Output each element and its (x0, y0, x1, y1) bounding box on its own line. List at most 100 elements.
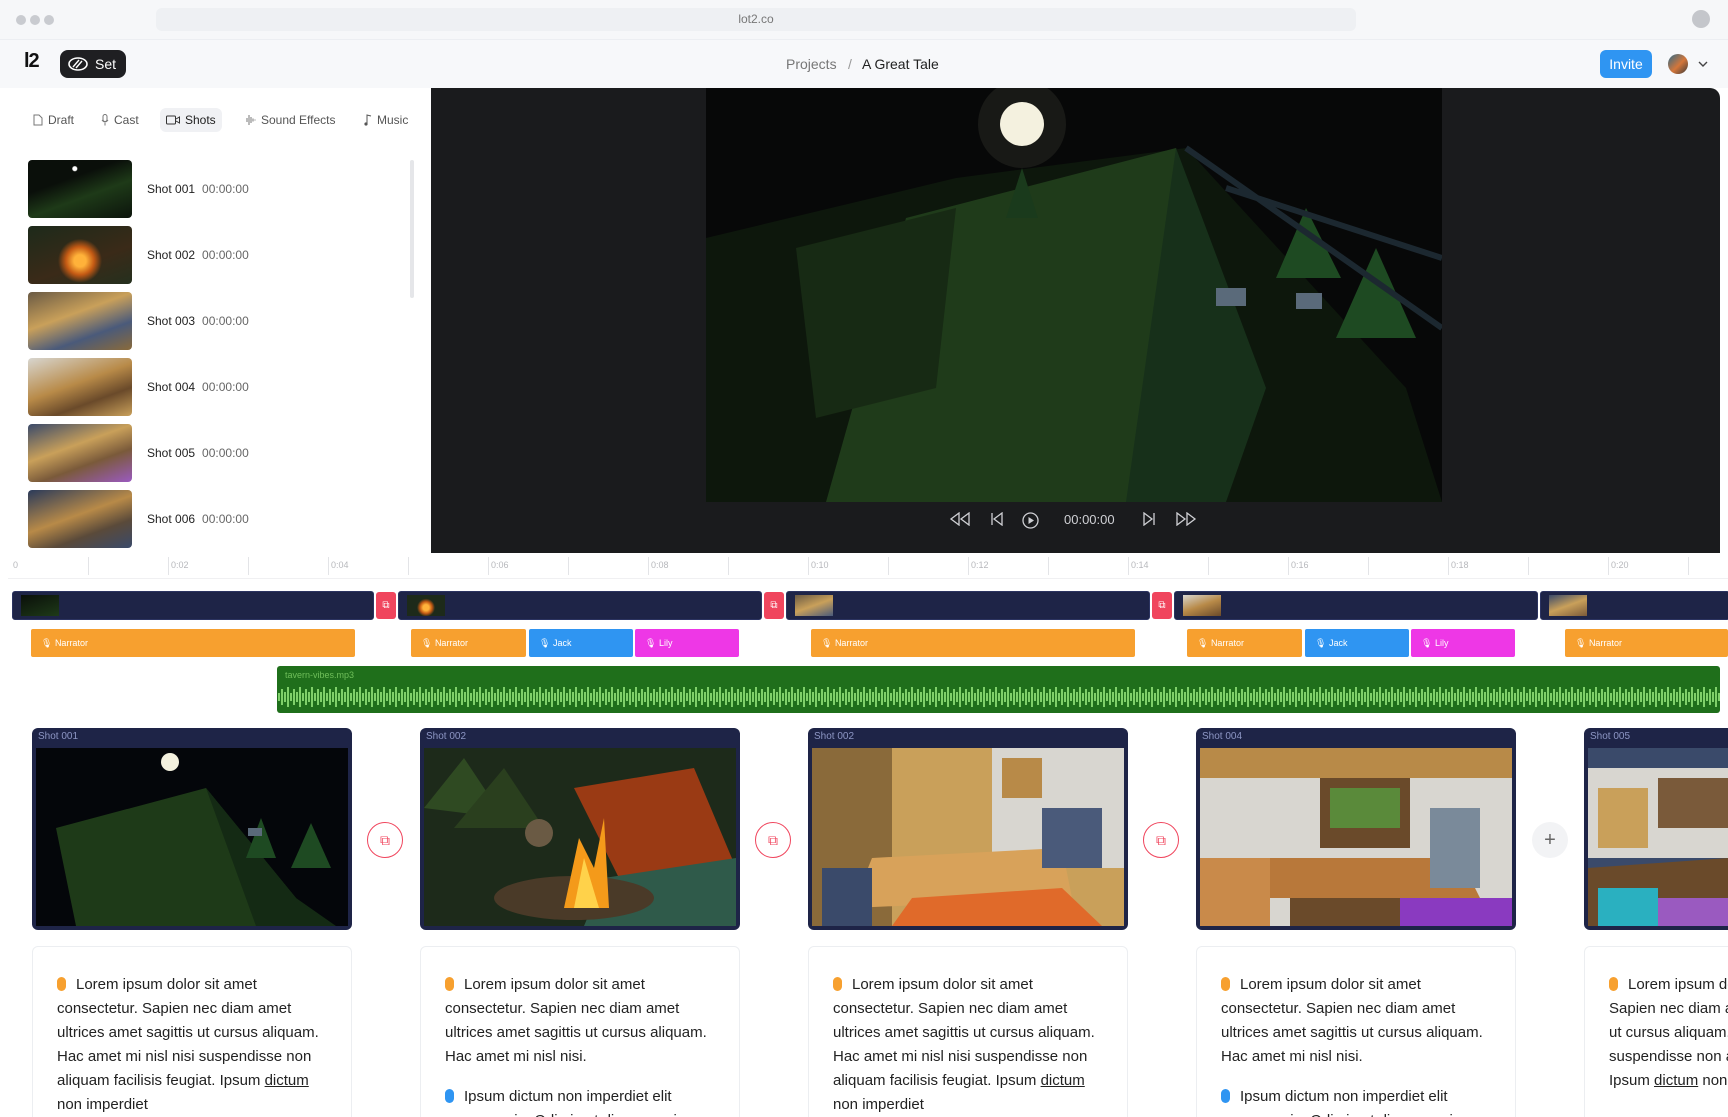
script-card[interactable]: Lorem ipsum dolor sit amet consectetur. … (1196, 946, 1516, 1117)
microphone-icon (1609, 977, 1618, 991)
window-minimize-dot[interactable] (30, 15, 40, 25)
ruler-label: 0:20 (1611, 560, 1629, 570)
ruler-tick (328, 557, 329, 575)
tab-sound-effects[interactable]: Sound Effects (238, 108, 342, 132)
voice-clip-label: Narrator (434, 638, 468, 648)
shot-list-item[interactable]: Shot 001 00:00:00 (28, 160, 408, 218)
music-track-clip[interactable]: tavern-vibes.mp3 (277, 666, 1720, 713)
script-paragraph: Ipsum dictum non imperdiet elit ornare p… (1221, 1085, 1491, 1117)
storyboard-card[interactable]: Shot 005 (1584, 728, 1728, 930)
ruler-tick (1128, 557, 1129, 575)
voice-clip-narrator[interactable]: 🎙 Narrator (31, 629, 355, 657)
script-card[interactable]: Lorem ipsum dolor sit amet consectetur. … (420, 946, 740, 1117)
microphone-icon: 🎙 (539, 638, 553, 648)
preview-video[interactable] (706, 88, 1442, 502)
window-maximize-dot[interactable] (44, 15, 54, 25)
voice-clip-label: Narrator (1210, 638, 1244, 648)
set-button[interactable]: Set (60, 50, 126, 78)
tab-label: Draft (48, 113, 75, 127)
profile-icon[interactable] (1692, 10, 1710, 28)
tab-shots[interactable]: Shots (160, 108, 222, 132)
microphone-icon (1221, 977, 1230, 991)
breadcrumb-separator: / (848, 56, 852, 72)
microphone-icon: 🎙 (1421, 638, 1435, 648)
play-icon[interactable] (1022, 512, 1039, 532)
shot-list-item[interactable]: Shot 006 00:00:00 (28, 490, 408, 548)
skip-forward-icon[interactable] (1142, 511, 1156, 529)
storyboard-card[interactable]: Shot 004 (1196, 728, 1516, 930)
tab-label: Cast (114, 113, 139, 127)
transition-icon[interactable]: ⧉ (1143, 822, 1179, 858)
script-paragraph: Lorem ipsum dolor sit amet consectetur. … (57, 976, 319, 1113)
ruler-tick (168, 557, 169, 575)
transition-icon[interactable]: ⧉ (1152, 592, 1172, 619)
timeline-shot-clip[interactable] (786, 591, 1150, 620)
ruler-tick (1048, 557, 1049, 575)
ruler-label: 0:14 (1131, 560, 1149, 570)
ruler-label: 0:12 (971, 560, 989, 570)
voice-clip-narrator[interactable]: 🎙 Narrator (1565, 629, 1728, 657)
microphone-icon: 🎙 (421, 638, 435, 648)
add-shot-button[interactable]: + (1532, 822, 1568, 858)
voice-clip-narrator[interactable]: 🎙 Narrator (411, 629, 526, 657)
transition-icon[interactable]: ⧉ (764, 592, 784, 619)
script-card[interactable]: Lorem ipsum dolor sit amet consectetur. … (1584, 946, 1728, 1117)
script-card[interactable]: Lorem ipsum dolor sit amet consectetur. … (808, 946, 1128, 1117)
shot-list-item[interactable]: Shot 003 00:00:00 (28, 292, 408, 350)
skip-back-icon[interactable] (990, 511, 1004, 529)
storyboard-card[interactable]: Shot 002 (808, 728, 1128, 930)
shot-list-item[interactable]: Shot 004 00:00:00 (28, 358, 408, 416)
card-image (36, 748, 348, 926)
breadcrumb-projects[interactable]: Projects (786, 56, 837, 72)
mask-icon (68, 57, 88, 71)
transition-icon[interactable]: ⧉ (367, 822, 403, 858)
app-logo[interactable]: l2 (24, 50, 40, 73)
transition-icon[interactable]: ⧉ (376, 592, 396, 619)
avatar[interactable] (1668, 54, 1688, 74)
player-time: 00:00:00 (1064, 512, 1115, 527)
shot-list-item[interactable]: Shot 005 00:00:00 (28, 424, 408, 482)
voice-clip-label: Narrator (54, 638, 88, 648)
shot-list-item[interactable]: Shot 002 00:00:00 (28, 226, 408, 284)
voice-clip-jack[interactable]: 🎙 Jack (1305, 629, 1409, 657)
voice-clip-lily[interactable]: 🎙 Lily (1411, 629, 1515, 657)
voice-clip-lily[interactable]: 🎙 Lily (635, 629, 739, 657)
shot-list-scrollbar[interactable] (410, 160, 414, 298)
voice-clip-jack[interactable]: 🎙 Jack (529, 629, 633, 657)
window-close-dot[interactable] (16, 15, 26, 25)
storyboard-card[interactable]: Shot 001 (32, 728, 352, 930)
card-image (812, 748, 1124, 926)
tab-draft[interactable]: Draft (27, 108, 80, 132)
script-paragraph: Lorem ipsum dolor sit amet consectetur. … (833, 976, 1095, 1113)
fast-forward-icon[interactable] (1175, 511, 1197, 529)
shot-thumbnail (28, 424, 132, 482)
timeline-shot-clip[interactable] (1540, 591, 1728, 620)
voice-clip-narrator[interactable]: 🎙 Narrator (1187, 629, 1302, 657)
microphone-icon: 🎙 (645, 638, 659, 648)
timeline-shot-clip[interactable] (1174, 591, 1538, 620)
timeline-shot-clip[interactable] (12, 591, 374, 620)
voice-clip-narrator[interactable]: 🎙 Narrator (811, 629, 1135, 657)
script-card[interactable]: Lorem ipsum dolor sit amet consectetur. … (32, 946, 352, 1117)
microphone-icon (57, 977, 66, 991)
address-bar[interactable]: lot2.co (156, 8, 1356, 31)
card-label: Shot 002 (814, 731, 855, 742)
transition-icon[interactable]: ⧉ (755, 822, 791, 858)
microphone-icon: 🎙 (1315, 638, 1329, 648)
voice-clip-label: Jack (1328, 638, 1348, 648)
script-paragraph: Lorem ipsum dolor sit amet consectetur. … (1609, 976, 1728, 1089)
shot-thumbnail (28, 292, 132, 350)
ruler-tick (1288, 557, 1289, 575)
timeline-shot-clip[interactable] (398, 591, 762, 620)
storyboard-card[interactable]: Shot 002 (420, 728, 740, 930)
tab-cast[interactable]: Cast (95, 108, 145, 132)
chevron-down-icon[interactable] (1698, 60, 1708, 68)
browser-chrome: lot2.co (0, 0, 1728, 40)
invite-button[interactable]: Invite (1600, 50, 1652, 78)
ruler-tick (568, 557, 569, 575)
tab-music[interactable]: Music (358, 108, 414, 132)
voice-clip-label: Lily (658, 638, 673, 648)
timeline-ruler[interactable] (8, 553, 1728, 579)
rewind-icon[interactable] (949, 511, 971, 529)
shot-name: Shot 004 (147, 380, 196, 394)
